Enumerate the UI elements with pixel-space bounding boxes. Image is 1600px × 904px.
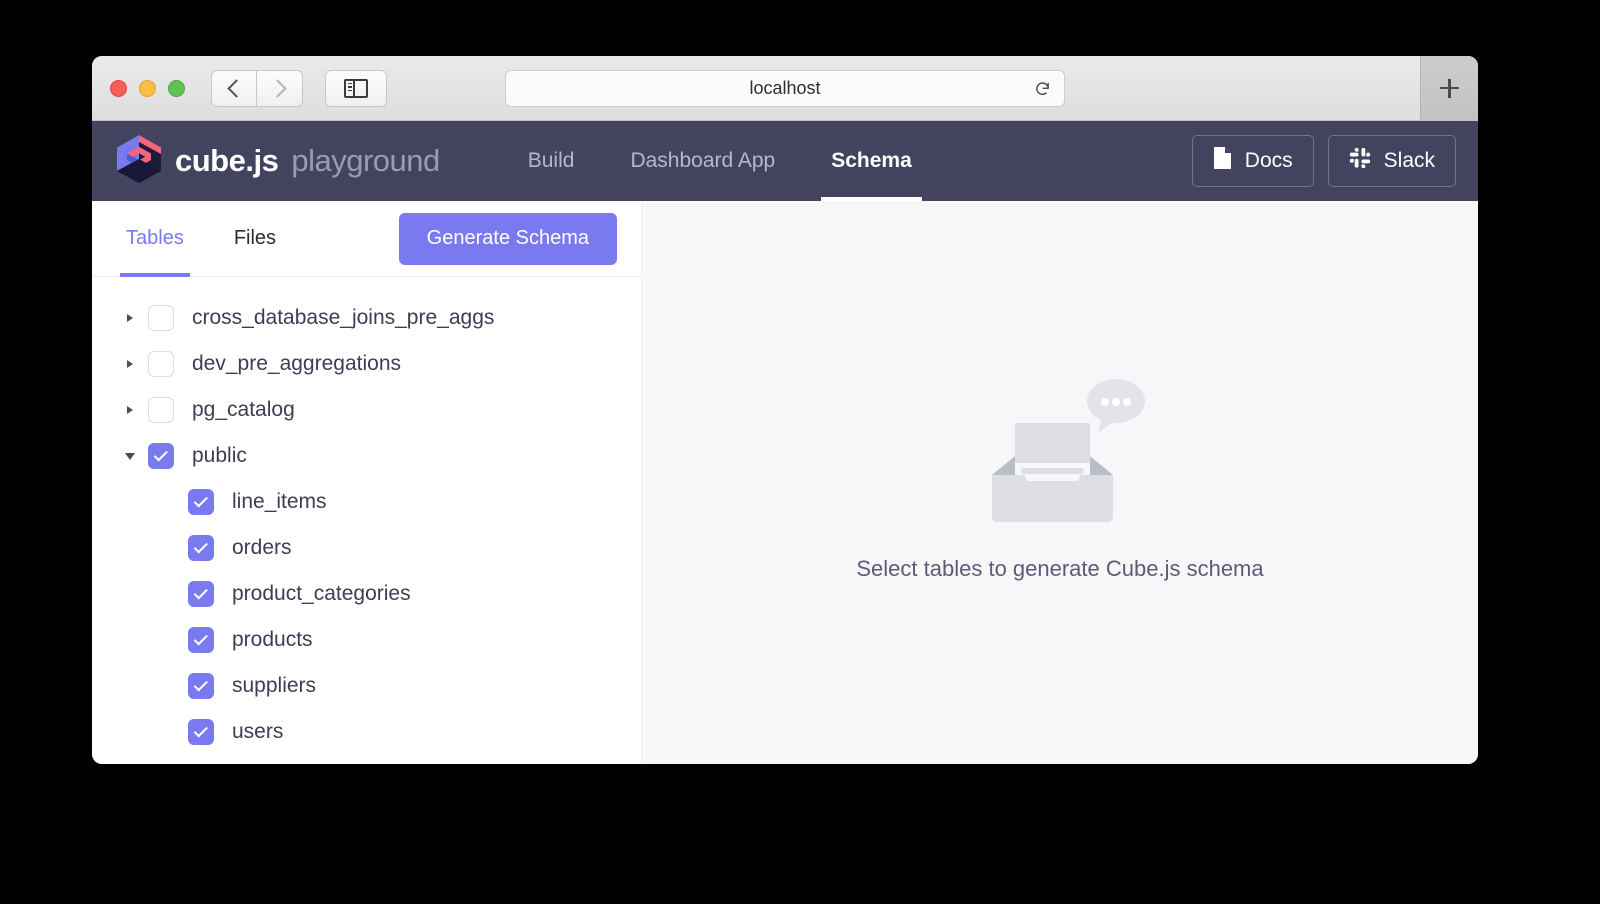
- tree-item-label: orders: [232, 536, 292, 559]
- brand-logo[interactable]: cube.js playground: [116, 134, 440, 189]
- schema-empty-state: Select tables to generate Cube.js schema: [642, 201, 1478, 764]
- docs-button-label: Docs: [1244, 149, 1293, 172]
- chevron-right-icon[interactable]: [122, 314, 138, 322]
- tree-row[interactable]: products: [92, 617, 641, 663]
- sidebar-tab-tables[interactable]: Tables: [120, 201, 190, 277]
- address-bar[interactable]: localhost: [505, 70, 1065, 107]
- tree-item-label: users: [232, 720, 284, 743]
- tree-item-label: suppliers: [232, 674, 317, 697]
- sidebar-panel-icon: [344, 78, 368, 98]
- traffic-lights: [110, 79, 185, 97]
- browser-nav-buttons: [211, 69, 387, 107]
- minimize-window-button[interactable]: [139, 79, 156, 97]
- schema-sidebar: Tables Files Generate Schema cross_datab…: [92, 201, 642, 764]
- generate-schema-button[interactable]: Generate Schema: [398, 212, 617, 265]
- tree-checkbox[interactable]: [188, 673, 214, 699]
- tree-item-label: public: [192, 444, 247, 467]
- plus-icon: [1440, 78, 1459, 98]
- tree-row[interactable]: pg_catalog: [92, 387, 641, 433]
- app-navbar: cube.js playground Build Dashboard App S…: [92, 121, 1478, 201]
- tree-row[interactable]: line_items: [92, 479, 641, 525]
- maximize-window-button[interactable]: [168, 79, 185, 97]
- tree-row[interactable]: users: [92, 709, 641, 755]
- tree-row[interactable]: product_categories: [92, 571, 641, 617]
- sidebar-header: Tables Files Generate Schema: [92, 201, 641, 277]
- address-text: localhost: [749, 78, 821, 98]
- chevron-right-icon[interactable]: [122, 360, 138, 368]
- tree-checkbox[interactable]: [188, 581, 214, 607]
- nav-tab-schema[interactable]: Schema: [803, 121, 940, 201]
- sidebar-tab-files[interactable]: Files: [228, 201, 282, 277]
- main-nav-tabs: Build Dashboard App Schema: [500, 121, 940, 201]
- tree-item-label: cross_database_joins_pre_aggs: [192, 306, 495, 329]
- tree-row[interactable]: dev_pre_aggregations: [92, 341, 641, 387]
- empty-state-text: Select tables to generate Cube.js schema: [856, 556, 1264, 581]
- nav-tab-build[interactable]: Build: [500, 121, 603, 201]
- tree-checkbox[interactable]: [188, 535, 214, 561]
- new-tab-button[interactable]: [1420, 56, 1478, 120]
- nav-action-buttons: Docs Slack: [1191, 135, 1456, 187]
- tree-checkbox[interactable]: [188, 489, 214, 515]
- tree-row[interactable]: public: [92, 433, 641, 479]
- chevron-down-icon[interactable]: [122, 452, 138, 460]
- tree-checkbox[interactable]: [148, 397, 174, 423]
- app-body: Tables Files Generate Schema cross_datab…: [92, 201, 1478, 764]
- schema-tree: cross_database_joins_pre_aggs dev_pre_ag…: [92, 277, 641, 755]
- nav-tab-dashboard-app[interactable]: Dashboard App: [602, 121, 803, 201]
- slack-icon: [1349, 147, 1371, 175]
- tree-item-label: pg_catalog: [192, 398, 295, 421]
- tree-row[interactable]: suppliers: [92, 663, 641, 709]
- tree-item-label: dev_pre_aggregations: [192, 352, 401, 375]
- tree-item-label: line_items: [232, 490, 327, 513]
- tree-item-label: product_categories: [232, 582, 411, 605]
- tree-checkbox[interactable]: [148, 443, 174, 469]
- close-window-button[interactable]: [110, 79, 127, 97]
- brand-name: cube.js: [175, 143, 279, 178]
- tree-checkbox[interactable]: [148, 351, 174, 377]
- chevron-right-icon[interactable]: [122, 406, 138, 414]
- browser-titlebar: localhost: [92, 56, 1478, 121]
- cube-logo-icon: [116, 134, 162, 189]
- brand-suffix: playground: [291, 143, 440, 178]
- slack-button[interactable]: Slack: [1327, 135, 1456, 187]
- tree-row[interactable]: cross_database_joins_pre_aggs: [92, 295, 641, 341]
- sidebar-toggle-button[interactable]: [325, 69, 387, 107]
- back-button[interactable]: [211, 69, 257, 107]
- reload-icon[interactable]: [1034, 80, 1051, 97]
- empty-inbox-icon: [968, 363, 1153, 538]
- docs-button[interactable]: Docs: [1191, 135, 1314, 187]
- forward-button[interactable]: [257, 69, 303, 107]
- tree-checkbox[interactable]: [188, 719, 214, 745]
- chevron-left-icon: [226, 78, 246, 98]
- document-icon: [1213, 146, 1232, 176]
- tree-item-label: products: [232, 628, 313, 651]
- browser-window: localhost cube.js playground Build Dashb…: [92, 56, 1478, 764]
- slack-button-label: Slack: [1383, 149, 1435, 172]
- tree-checkbox[interactable]: [148, 305, 174, 331]
- tree-checkbox[interactable]: [188, 627, 214, 653]
- tree-row[interactable]: orders: [92, 525, 641, 571]
- chevron-right-icon: [268, 78, 287, 98]
